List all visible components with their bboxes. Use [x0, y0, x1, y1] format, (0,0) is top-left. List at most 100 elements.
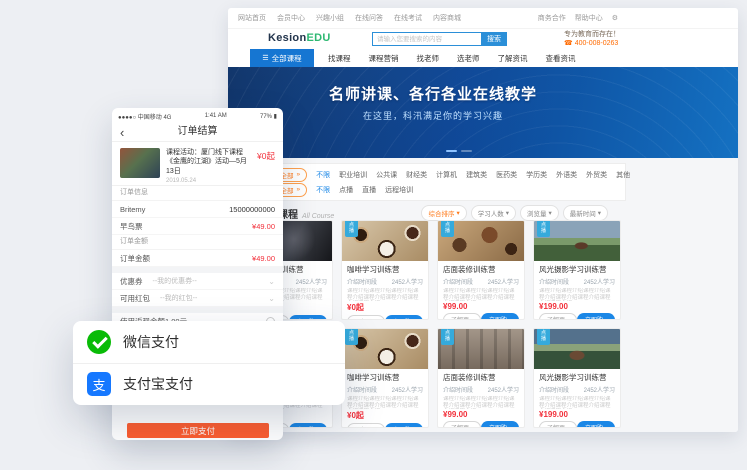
course-card: 点播 咖啡学习训练营 介绍时间段 2452人学习 课程介绍课程介绍课程介绍课程介… — [341, 328, 429, 428]
filter-item[interactable]: 直播 — [362, 185, 376, 195]
course-title[interactable]: 咖啡学习训练营 — [347, 372, 423, 383]
filter-item[interactable]: 远程培训 — [385, 185, 413, 195]
course-title[interactable]: 咖啡学习训练营 — [347, 264, 423, 275]
nav-link[interactable]: 找课程 — [328, 53, 351, 64]
course-badge: 点播 — [441, 221, 454, 237]
utility-link-help[interactable]: 帮助中心 — [575, 13, 603, 23]
course-badge: 点播 — [537, 221, 550, 237]
filter-item[interactable]: 其他 — [616, 170, 630, 180]
buy-now-button[interactable]: 立即购买 — [385, 315, 423, 320]
filter-item[interactable]: 不限 — [316, 185, 330, 195]
buy-now-button[interactable]: 立即购买 — [289, 423, 327, 428]
filter-item[interactable]: 点播 — [339, 185, 353, 195]
course-time: 介绍时间段 — [443, 385, 473, 394]
utility-bar: 网站首页 会员中心 兴趣小组 在线问答 在线考试 内容商城 商务合作 帮助中心 ⚙ — [228, 8, 738, 29]
banner-title: 名师讲课、各行各业在线教学 — [228, 83, 638, 104]
utility-link[interactable]: 在线考试 — [394, 13, 422, 23]
utility-link-cooperate[interactable]: 商务合作 — [538, 13, 566, 23]
know-more-button[interactable]: 了解更多 — [347, 423, 385, 428]
course-title[interactable]: 风光摄影学习训练营 — [539, 372, 615, 383]
sort-pill-label: 学习人数 — [478, 208, 504, 218]
chevron-down-icon[interactable]: ⌄ — [268, 277, 275, 286]
filter-item[interactable]: 计算机 — [436, 170, 457, 180]
utility-link[interactable]: 内容商城 — [433, 13, 461, 23]
all-courses-button[interactable]: ☰ 全部课程 — [250, 49, 314, 67]
coupon-row[interactable]: 优惠券 --我的优惠券-- ⌄ — [112, 273, 283, 290]
filter-row-type: 类型：全部» 不限点播直播远程培训 — [254, 182, 617, 197]
pay-now-button[interactable]: 立即支付 — [127, 423, 269, 438]
filter-item[interactable]: 外语类 — [556, 170, 577, 180]
alipay-label: 支付宝支付 — [123, 374, 193, 394]
banner-dot-active[interactable] — [446, 150, 457, 152]
search-button[interactable]: 搜索 — [481, 32, 507, 46]
battery-percent: 77% — [260, 114, 272, 120]
caret-down-icon: ▾ — [548, 209, 551, 217]
banner-subtitle: 在这里，科汛满足你的学习兴趣 — [228, 109, 638, 122]
coupon-hint: --我的优惠券-- — [153, 276, 197, 286]
filter-item[interactable]: 公共课 — [376, 170, 397, 180]
order-product-info: 课程活动：厦门线下课程《金鹰的江湖》活动—5月13日 2019.05.24 — [166, 148, 248, 179]
filter-item[interactable]: 建筑类 — [466, 170, 487, 180]
course-description: 课程介绍课程介绍课程介绍课程介绍课程介绍课程介绍课程介绍课程介绍 — [539, 288, 615, 301]
course-badge: 点播 — [345, 329, 358, 345]
know-more-button[interactable]: 了解更多 — [443, 421, 481, 428]
back-icon[interactable]: ‹ — [120, 123, 124, 142]
course-title[interactable]: 风光摄影学习训练营 — [539, 264, 615, 275]
redpacket-row[interactable]: 可用红包 --我的红包-- ⌄ — [112, 290, 283, 307]
sort-pill[interactable]: 浏览量▾ — [520, 205, 559, 221]
know-more-button[interactable]: 了解更多 — [539, 421, 577, 428]
course-learners: 2452人学习 — [392, 277, 423, 286]
buy-now-button[interactable]: 立即购买 — [577, 421, 615, 428]
sort-pill[interactable]: 综合排序▾ — [421, 205, 466, 221]
course-price: ¥199.00 — [539, 302, 615, 311]
buy-now-button[interactable]: 立即购买 — [481, 313, 519, 320]
course-thumbnail: 点播 — [438, 329, 524, 369]
utility-link[interactable]: 会员中心 — [277, 13, 305, 23]
course-learners: 2452人学习 — [584, 385, 615, 394]
know-more-button[interactable]: 了解更多 — [347, 315, 385, 320]
gear-icon[interactable]: ⚙ — [612, 14, 618, 22]
course-price: ¥199.00 — [539, 410, 615, 419]
course-time: 介绍时间段 — [443, 277, 473, 286]
nav-link[interactable]: 选老师 — [457, 53, 480, 64]
wechat-pay-label: 微信支付 — [123, 332, 179, 352]
wechat-pay-option[interactable]: 微信支付 — [73, 321, 345, 363]
nav-link[interactable]: 查看资讯 — [546, 53, 576, 64]
order-product-row[interactable]: 课程活动：厦门线下课程《金鹰的江湖》活动—5月13日 2019.05.24 ¥0… — [112, 142, 283, 186]
course-meta: 介绍时间段 2452人学习 — [443, 277, 519, 286]
nav-link[interactable]: 课程营销 — [369, 53, 399, 64]
course-title[interactable]: 店面装修训练营 — [443, 264, 519, 275]
course-title[interactable]: 店面装修训练营 — [443, 372, 519, 383]
course-meta: 介绍时间段 2452人学习 — [539, 277, 615, 286]
buy-now-button[interactable]: 立即购买 — [577, 313, 615, 320]
course-thumbnail: 点播 — [534, 329, 620, 369]
filter-item[interactable]: 职业培训 — [339, 170, 367, 180]
buy-now-button[interactable]: 立即购买 — [289, 315, 327, 320]
sort-pill[interactable]: 最新时间▾ — [563, 205, 608, 221]
course-price: ¥99.00 — [443, 410, 519, 419]
nav-link[interactable]: 找老师 — [417, 53, 440, 64]
nav-link[interactable]: 了解资讯 — [498, 53, 528, 64]
utility-link[interactable]: 在线问答 — [355, 13, 383, 23]
alipay-option[interactable]: 支 支付宝支付 — [73, 363, 345, 406]
buy-now-button[interactable]: 立即购买 — [481, 421, 519, 428]
know-more-button[interactable]: 了解更多 — [443, 313, 481, 320]
course-price: ¥99.00 — [443, 302, 519, 311]
filter-item[interactable]: 学历类 — [526, 170, 547, 180]
chevron-down-icon[interactable]: ⌄ — [268, 294, 275, 303]
course-actions: 了解更多 立即购买 — [347, 315, 423, 320]
filter-item[interactable]: 不限 — [316, 170, 330, 180]
filter-item[interactable]: 医药类 — [496, 170, 517, 180]
filter-item[interactable]: 财经类 — [406, 170, 427, 180]
filter-item[interactable]: 外贸类 — [586, 170, 607, 180]
hamburger-icon: ☰ — [262, 54, 268, 62]
utility-link[interactable]: 网站首页 — [238, 13, 266, 23]
search-input[interactable] — [372, 32, 481, 46]
nav-links: 找课程 课程营销 找老师 选老师 了解资讯 查看资讯 — [328, 49, 576, 67]
banner-dot[interactable] — [461, 150, 472, 152]
sort-pill[interactable]: 学习人数▾ — [471, 205, 516, 221]
course-card: 点播 店面装修训练营 介绍时间段 2452人学习 课程介绍课程介绍课程介绍课程介… — [437, 328, 525, 428]
utility-link[interactable]: 兴趣小组 — [316, 13, 344, 23]
buy-now-button[interactable]: 立即购买 — [385, 423, 423, 428]
know-more-button[interactable]: 了解更多 — [539, 313, 577, 320]
